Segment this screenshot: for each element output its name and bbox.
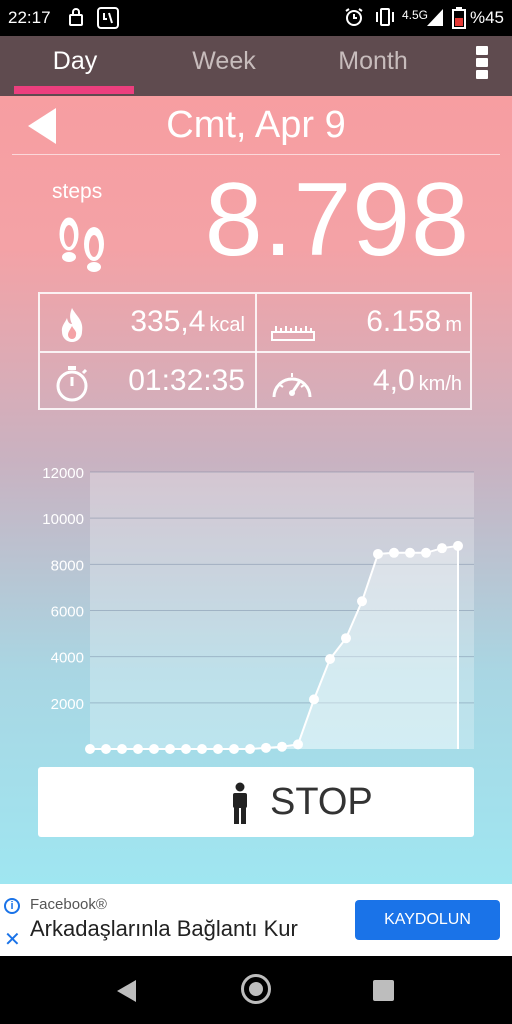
chart-data-point <box>213 744 223 754</box>
chart-data-point <box>117 744 127 754</box>
person-icon <box>233 782 247 824</box>
steps-label: steps <box>52 180 103 203</box>
previous-day-arrow-icon[interactable] <box>28 108 56 144</box>
y-tick-label: 6000 <box>51 604 84 621</box>
y-tick-label: 10000 <box>42 511 84 528</box>
chart-data-point <box>277 741 287 752</box>
battery-percent: %45 <box>469 8 504 27</box>
stop-button[interactable]: STOP <box>38 767 474 837</box>
ad-advertiser: Facebook® <box>30 896 107 913</box>
distance-cell: 6.158 m <box>257 294 472 351</box>
nav-back-icon[interactable] <box>117 980 136 1002</box>
chart-data-point <box>181 744 191 754</box>
calories-cell: 335,4 kcal <box>40 294 255 351</box>
flame-icon <box>61 308 83 342</box>
chart-data-point <box>229 744 239 754</box>
speed-cell: 4,0 km/h <box>257 353 472 410</box>
system-nav-bar <box>0 956 512 1024</box>
duration-value: 01:32:35 <box>128 364 245 397</box>
distance-unit: m <box>445 314 462 336</box>
chart-data-point <box>293 739 303 750</box>
y-tick-label: 8000 <box>51 557 84 574</box>
y-tick-label: 2000 <box>51 696 84 713</box>
chart-data-point <box>261 742 271 753</box>
chart-data-point <box>325 653 335 664</box>
chart-data-point <box>357 596 367 607</box>
chart-data-point <box>437 543 447 554</box>
chart-data-point <box>341 633 351 644</box>
chart-data-point <box>149 744 159 754</box>
chart-data-point <box>101 744 111 754</box>
ad-info-icon[interactable]: i <box>4 898 20 914</box>
signal-icon <box>427 9 443 26</box>
chart-data-point <box>453 540 463 551</box>
chart-data-point <box>245 744 255 754</box>
stats-grid: 335,4 kcal 6.158 m 01:32:35 4,0 km/h <box>38 292 472 410</box>
ad-close-icon[interactable]: ✕ <box>4 930 21 950</box>
date-row: Cmt, Apr 9 <box>0 96 512 156</box>
chart-data-point <box>133 744 143 754</box>
chart-data-point <box>405 547 415 558</box>
ad-headline[interactable]: Arkadaşlarınla Bağlantı Kur <box>30 916 298 942</box>
vibrate-icon <box>376 8 394 26</box>
chart-data-point <box>389 547 399 558</box>
speed-value: 4,0 km/h <box>372 364 462 397</box>
active-tab-indicator <box>14 86 134 94</box>
y-tick-label: 12000 <box>42 465 84 482</box>
overflow-menu-icon[interactable] <box>476 46 490 82</box>
nav-recents-icon[interactable] <box>373 980 394 1001</box>
chart-data-point <box>165 744 175 754</box>
tab-month[interactable]: Month <box>298 36 448 96</box>
battery-icon <box>452 7 466 29</box>
duration-cell: 01:32:35 <box>40 353 255 410</box>
ad-cta-button[interactable]: KAYDOLUN <box>355 900 500 940</box>
chart-data-point <box>309 694 319 705</box>
chart-data-point <box>197 744 207 754</box>
status-time: 22:17 <box>8 8 51 27</box>
chart-data-point <box>421 547 431 558</box>
chart-data-point <box>85 744 95 754</box>
app-notification-icon <box>97 7 119 29</box>
divider <box>12 154 500 155</box>
footprints-icon <box>58 216 104 272</box>
status-bar: 22:17 4.5G %45 <box>0 0 512 36</box>
speed-unit: km/h <box>418 373 462 395</box>
speedometer-icon <box>272 373 312 398</box>
tab-bar: Day Week Month <box>0 36 512 96</box>
calories-value: 335,4 kcal <box>130 305 245 338</box>
calories-unit: kcal <box>209 314 245 336</box>
chart-data-point <box>373 548 383 559</box>
stopwatch-icon <box>56 366 88 402</box>
network-type: 4.5G <box>402 8 429 22</box>
lock-icon <box>69 8 83 26</box>
ad-banner[interactable]: i ✕ Facebook® Arkadaşlarınla Bağlantı Ku… <box>0 884 512 956</box>
stop-button-label: STOP <box>270 781 373 823</box>
distance-value: 6.158 m <box>366 305 462 338</box>
y-tick-label: 4000 <box>51 650 84 667</box>
app-screen: Day Week Month Cmt, Apr 9 steps 8.798 33 <box>0 36 512 884</box>
tab-week[interactable]: Week <box>149 36 299 96</box>
alarm-icon <box>345 8 363 26</box>
nav-home-icon[interactable] <box>241 974 271 1004</box>
hourly-steps-chart: 2000400060008000100001200024681012141618… <box>42 465 474 754</box>
date-title: Cmt, Apr 9 <box>166 104 346 146</box>
ruler-icon <box>271 326 315 341</box>
steps-count: 8.798 <box>204 162 470 278</box>
